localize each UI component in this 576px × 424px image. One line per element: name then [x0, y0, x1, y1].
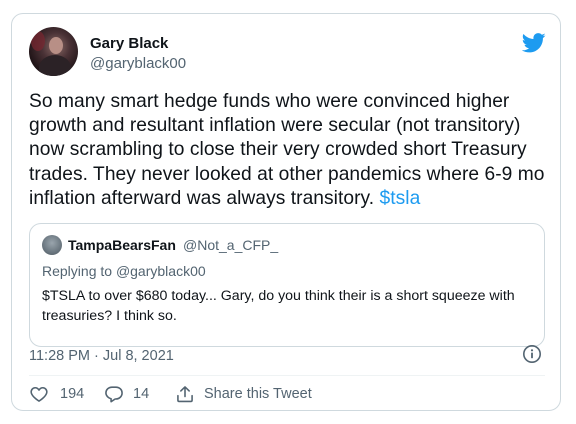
quoted-author-avatar[interactable]	[42, 235, 62, 255]
heart-icon	[30, 386, 48, 402]
cashtag-link[interactable]: $tsla	[380, 188, 421, 209]
tweet-text: So many smart hedge funds who were convi…	[29, 90, 549, 211]
quoted-tweet[interactable]: TampaBearsFan @Not_a_CFP_ Replying to @g…	[29, 223, 545, 347]
replying-to-prefix: Replying to	[42, 263, 116, 279]
share-arrow-icon	[177, 386, 193, 403]
replying-to-handle[interactable]: @garyblack00	[116, 263, 206, 279]
author-handle[interactable]: @garyblack00	[90, 55, 186, 72]
author-avatar[interactable]	[29, 27, 78, 76]
replying-to-line: Replying to @garyblack00	[42, 263, 206, 279]
like-button[interactable]: 194	[29, 382, 84, 406]
share-button[interactable]: Share this Tweet	[175, 382, 312, 406]
action-divider	[29, 375, 545, 376]
tweet-actions: 194 14 Share this Tweet	[29, 382, 545, 406]
quoted-author-name[interactable]: TampaBearsFan	[68, 237, 176, 253]
twitter-bird-icon[interactable]	[522, 33, 546, 53]
tweet-timestamp[interactable]: 11:28 PM · Jul 8, 2021	[29, 348, 174, 364]
tweet-body: So many smart hedge funds who were convi…	[29, 91, 545, 209]
tweet-card[interactable]: Gary Black @garyblack00 So many smart he…	[11, 13, 561, 411]
share-label: Share this Tweet	[204, 386, 312, 402]
author-name[interactable]: Gary Black	[90, 35, 168, 52]
like-count: 194	[60, 386, 85, 402]
quoted-author-handle[interactable]: @Not_a_CFP_	[183, 237, 278, 253]
reply-button[interactable]: 14	[104, 382, 149, 406]
reply-bubble-icon	[105, 386, 123, 403]
quoted-tweet-text: $TSLA to over $680 today... Gary, do you…	[42, 288, 515, 324]
info-icon[interactable]	[522, 344, 542, 364]
reply-count: 14	[133, 386, 150, 402]
